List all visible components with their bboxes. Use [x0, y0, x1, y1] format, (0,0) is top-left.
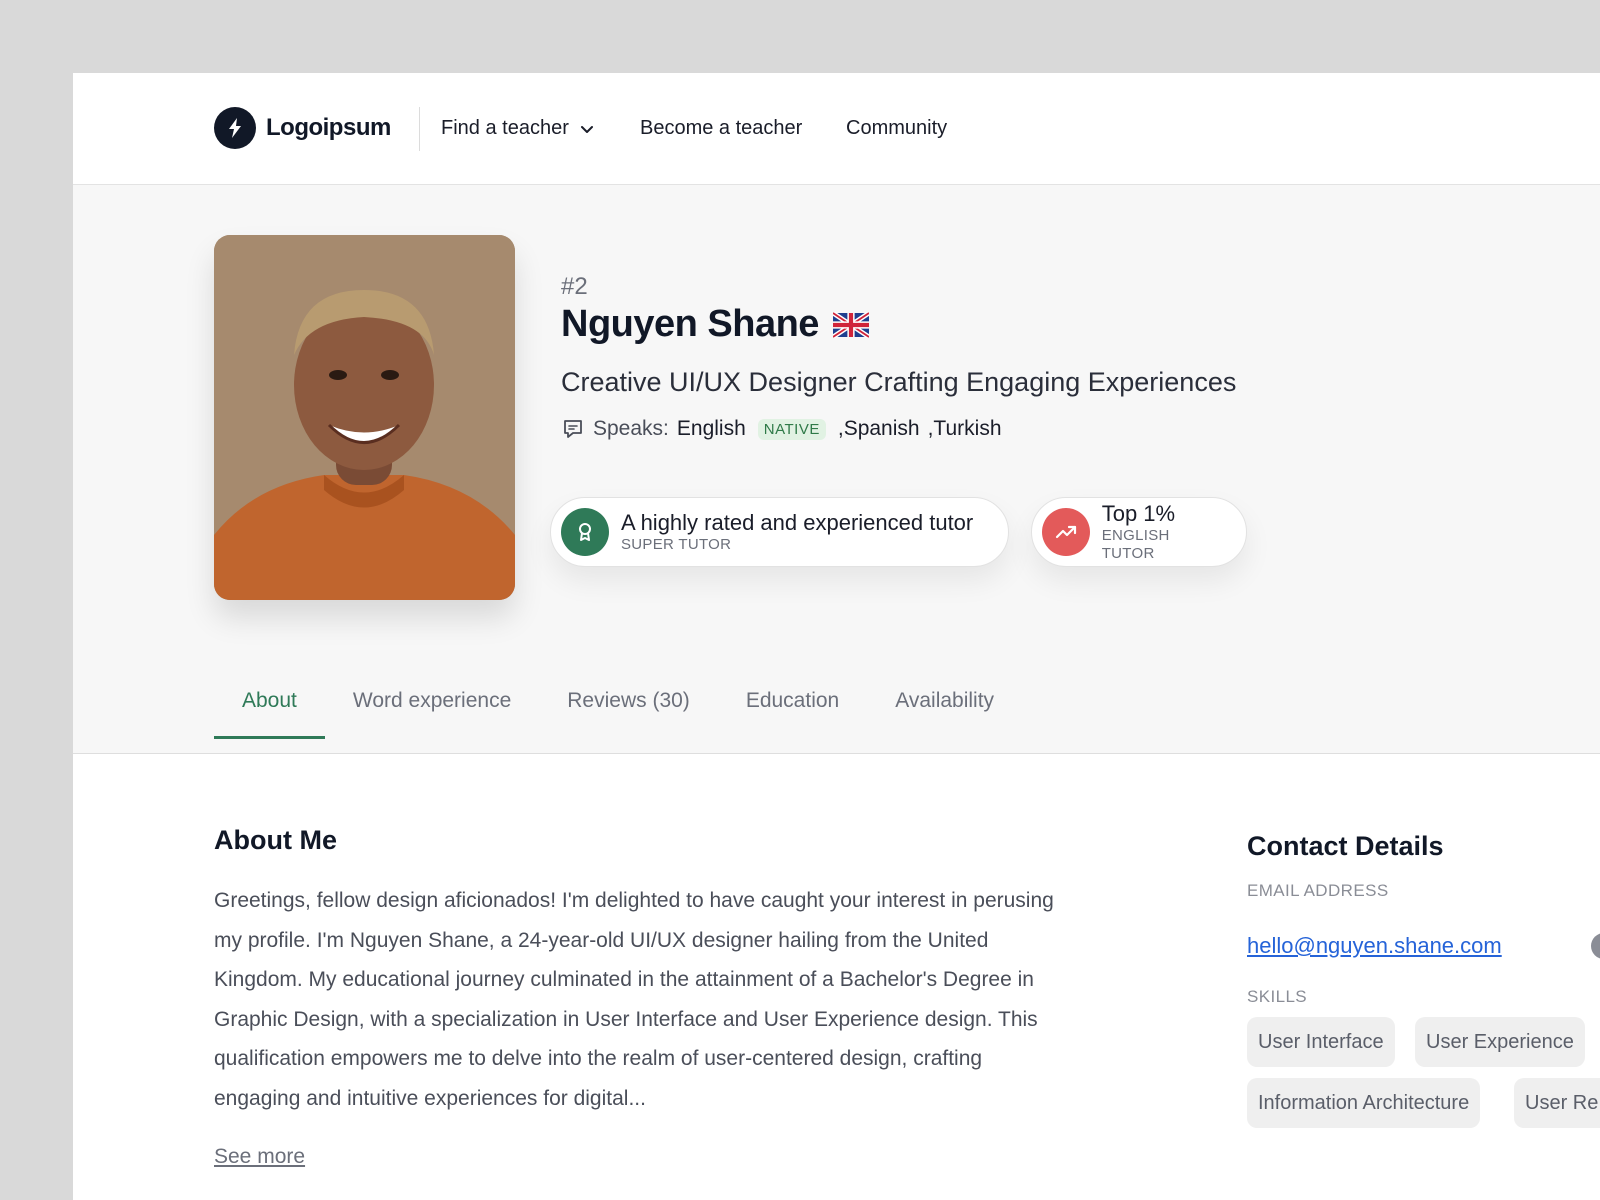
- top-navigation: Logoipsum Find a teacher Become a teache…: [73, 73, 1600, 185]
- tab-label: About: [242, 689, 297, 712]
- about-title: About Me: [214, 825, 337, 855]
- tab-about[interactable]: About: [214, 673, 325, 739]
- nav-become-a-teacher[interactable]: Become a teacher: [640, 117, 802, 140]
- language-turkish: ,Turkish: [927, 417, 1002, 440]
- profile-header: #2 Nguyen Shane Creative UI/UX Designer …: [73, 185, 1600, 754]
- tab-label: Word experience: [352, 689, 512, 712]
- nav-become-a-teacher-label: Become a teacher: [640, 117, 803, 139]
- name-row: Nguyen Shane: [561, 303, 869, 346]
- badge-title: A highly rated and experienced tutor: [621, 510, 974, 535]
- uk-flag-icon: [832, 311, 869, 338]
- logo[interactable]: Logoipsum: [214, 107, 391, 149]
- skill-chip: User Interface: [1247, 1017, 1395, 1067]
- chat-bubble-icon: [564, 420, 582, 438]
- badge-subtitle: ENGLISH TUTOR: [1101, 527, 1170, 562]
- native-badge: NATIVE: [757, 418, 826, 440]
- social-icon[interactable]: [1591, 933, 1600, 959]
- email-label: EMAIL ADDRESS: [1247, 881, 1389, 900]
- speaks-label: Speaks:: [593, 417, 669, 440]
- nav-find-a-teacher[interactable]: Find a teacher: [441, 117, 595, 140]
- skill-chip: User Re: [1514, 1078, 1600, 1128]
- language-english: English: [676, 417, 746, 440]
- tab-availability[interactable]: Availability: [867, 673, 1022, 739]
- tab-label: Education: [745, 689, 840, 712]
- tab-reviews[interactable]: Reviews (30): [539, 673, 718, 739]
- profile-photo: [214, 235, 515, 600]
- logo-text: Logoipsum: [266, 114, 391, 141]
- nav-community[interactable]: Community: [846, 117, 947, 140]
- trending-up-icon: [1042, 508, 1090, 556]
- nav-find-a-teacher-label: Find a teacher: [441, 117, 569, 139]
- language-spanish: ,Spanish: [837, 417, 920, 440]
- page-frame: Logoipsum Find a teacher Become a teache…: [73, 73, 1600, 1200]
- badge-title: Top 1%: [1101, 501, 1176, 526]
- languages-row: Speaks: English NATIVE ,Spanish ,Turkish: [561, 417, 1002, 441]
- skill-chip: Information Architecture: [1247, 1078, 1481, 1128]
- bolt-logo-icon: [214, 107, 256, 149]
- profile-tabs: About Word experience Reviews (30) Educa…: [214, 673, 1022, 739]
- tab-word-experience[interactable]: Word experience: [325, 673, 539, 739]
- profile-name: Nguyen Shane: [561, 303, 819, 345]
- nav-community-label: Community: [846, 117, 948, 139]
- tab-education[interactable]: Education: [718, 673, 867, 739]
- see-more-link[interactable]: See more: [214, 1145, 305, 1169]
- tab-label: Reviews (30): [567, 689, 690, 712]
- chevron-down-icon: [580, 125, 593, 133]
- nav-divider: [419, 107, 420, 151]
- about-body: Greetings, fellow design aficionados! I'…: [214, 889, 1054, 1110]
- top-percent-badge: Top 1% ENGLISH TUTOR: [1031, 497, 1247, 567]
- profile-headline: Creative UI/UX Designer Crafting Engagin…: [561, 367, 1237, 397]
- skill-chip: User Experience: [1415, 1017, 1585, 1067]
- super-tutor-badge: A highly rated and experienced tutor SUP…: [550, 497, 1009, 567]
- contact-title: Contact Details: [1247, 831, 1444, 861]
- award-ribbon-icon: [561, 508, 609, 556]
- badge-subtitle: SUPER TUTOR: [621, 536, 732, 553]
- avatar-illustration: [214, 235, 515, 600]
- profile-rank: #2: [561, 273, 588, 300]
- email-link[interactable]: hello@nguyen.shane.com: [1247, 933, 1502, 959]
- tab-label: Availability: [895, 689, 995, 712]
- skills-label: SKILLS: [1247, 987, 1308, 1006]
